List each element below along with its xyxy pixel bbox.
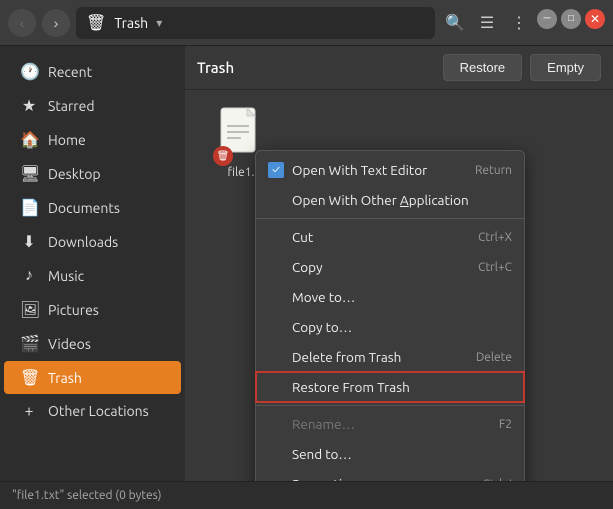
- sidebar-item-home[interactable]: 🏠 Home: [4, 123, 181, 156]
- file-label: file1.: [228, 166, 255, 179]
- ctx-label: Copy to…: [292, 319, 352, 335]
- empty-button[interactable]: Empty: [530, 54, 601, 81]
- sidebar-item-videos[interactable]: 🎬 Videos: [4, 327, 181, 360]
- ctx-label: Cut: [292, 229, 313, 245]
- ctx-label: Copy: [292, 259, 323, 275]
- ctx-cut[interactable]: Cut Ctrl+X: [256, 222, 524, 252]
- sidebar-item-label: Music: [48, 268, 84, 284]
- view-options-button[interactable]: ⋮: [505, 9, 533, 37]
- ctx-label: Rename…: [292, 416, 355, 432]
- pictures-icon: 🖼: [20, 300, 38, 319]
- main-layout: 🕐 Recent ★ Starred 🏠 Home 🖥 Desktop 📄 Do…: [0, 46, 613, 481]
- sidebar-item-downloads[interactable]: ⬇ Downloads: [4, 225, 181, 258]
- ctx-shortcut: Ctrl+X: [478, 231, 512, 244]
- sidebar-item-label: Recent: [48, 64, 92, 80]
- content-area: Trash Restore Empty 🗑 file1.: [185, 46, 613, 481]
- ctx-label: Move to…: [292, 289, 355, 305]
- ctx-delete-trash[interactable]: Delete from Trash Delete: [256, 342, 524, 372]
- ctx-divider-2: [256, 405, 524, 406]
- view-list-icon: ☰: [480, 13, 494, 33]
- sidebar-item-pictures[interactable]: 🖼 Pictures: [4, 293, 181, 326]
- ctx-open-other[interactable]: Open With Other Application: [256, 185, 524, 215]
- sidebar-item-trash[interactable]: 🗑 Trash: [4, 361, 181, 394]
- content-header: Trash Restore Empty: [185, 46, 613, 90]
- close-icon: ✕: [590, 12, 600, 26]
- ctx-label: Open With Text Editor: [292, 162, 427, 178]
- ctx-label: Send to…: [292, 446, 352, 462]
- starred-icon: ★: [20, 96, 38, 115]
- ctx-label: Delete from Trash: [292, 349, 401, 365]
- sidebar-item-label: Pictures: [48, 302, 99, 318]
- music-icon: ♪: [20, 266, 38, 285]
- sidebar-item-documents[interactable]: 📄 Documents: [4, 191, 181, 224]
- sidebar-item-label: Videos: [48, 336, 91, 352]
- status-text: "file1.txt" selected (0 bytes): [12, 489, 161, 502]
- sidebar-item-label: Trash: [48, 370, 82, 386]
- downloads-icon: ⬇: [20, 232, 38, 251]
- documents-icon: 📄: [20, 198, 38, 217]
- view-options-icon: ⋮: [511, 13, 527, 33]
- ctx-open-text-editor[interactable]: ✓ Open With Text Editor Return: [256, 155, 524, 185]
- close-button[interactable]: ✕: [585, 9, 605, 29]
- videos-icon: 🎬: [20, 334, 38, 353]
- maximize-icon: □: [568, 13, 574, 24]
- sidebar-item-starred[interactable]: ★ Starred: [4, 89, 181, 122]
- search-button[interactable]: 🔍: [441, 9, 469, 37]
- other-locations-icon: +: [20, 402, 38, 420]
- minimize-button[interactable]: ─: [537, 9, 557, 29]
- statusbar: "file1.txt" selected (0 bytes): [0, 481, 613, 509]
- sidebar-item-label: Documents: [48, 200, 120, 216]
- ctx-send-to[interactable]: Send to…: [256, 439, 524, 469]
- content-title: Trash: [197, 59, 435, 76]
- sidebar: 🕐 Recent ★ Starred 🏠 Home 🖥 Desktop 📄 Do…: [0, 46, 185, 481]
- ctx-restore-trash[interactable]: Restore From Trash: [256, 372, 524, 402]
- ctx-label: Properties: [292, 476, 355, 481]
- sidebar-item-music[interactable]: ♪ Music: [4, 259, 181, 292]
- ctx-rename[interactable]: Rename… F2: [256, 409, 524, 439]
- back-button[interactable]: ‹: [8, 9, 36, 37]
- ctx-shortcut: Ctrl+C: [478, 261, 512, 274]
- sidebar-item-label: Downloads: [48, 234, 118, 250]
- location-text: Trash: [114, 15, 148, 31]
- sidebar-item-desktop[interactable]: 🖥 Desktop: [4, 157, 181, 190]
- ctx-shortcut: Return: [475, 164, 512, 177]
- desktop-icon: 🖥: [20, 164, 38, 183]
- search-icon: 🔍: [445, 13, 465, 33]
- location-dropdown-icon: ▾: [156, 16, 162, 30]
- ctx-label: Restore From Trash: [292, 379, 410, 395]
- ctx-shortcut: Ctrl+I: [482, 478, 512, 482]
- forward-button[interactable]: ›: [42, 9, 70, 37]
- sidebar-item-label: Starred: [48, 98, 95, 114]
- back-icon: ‹: [20, 15, 25, 31]
- home-icon: 🏠: [20, 130, 38, 149]
- sidebar-item-other-locations[interactable]: + Other Locations: [4, 395, 181, 427]
- titlebar-actions: 🔍 ☰ ⋮ ─ □ ✕: [441, 9, 605, 37]
- view-list-button[interactable]: ☰: [473, 9, 501, 37]
- sidebar-item-label: Other Locations: [48, 403, 149, 419]
- sidebar-item-label: Home: [48, 132, 86, 148]
- ctx-divider-1: [256, 218, 524, 219]
- forward-icon: ›: [54, 15, 59, 31]
- ctx-check-icon: ✓: [268, 162, 284, 178]
- ctx-shortcut: F2: [499, 418, 512, 431]
- sidebar-item-label: Desktop: [48, 166, 101, 182]
- ctx-move-to[interactable]: Move to…: [256, 282, 524, 312]
- location-bar[interactable]: 🗑 Trash ▾: [76, 7, 435, 39]
- file-grid[interactable]: 🗑 file1. ✓ Open With Text Editor Return …: [185, 90, 613, 481]
- ctx-label: Open With Other Application: [292, 192, 469, 208]
- trash-badge: 🗑: [213, 146, 233, 166]
- ctx-shortcut: Delete: [476, 351, 512, 364]
- restore-button[interactable]: Restore: [443, 54, 523, 81]
- ctx-copy[interactable]: Copy Ctrl+C: [256, 252, 524, 282]
- ctx-properties[interactable]: Properties Ctrl+I: [256, 469, 524, 481]
- sidebar-item-recent[interactable]: 🕐 Recent: [4, 55, 181, 88]
- ctx-copy-to[interactable]: Copy to…: [256, 312, 524, 342]
- minimize-icon: ─: [543, 13, 550, 24]
- maximize-button[interactable]: □: [561, 9, 581, 29]
- context-menu: ✓ Open With Text Editor Return Open With…: [255, 150, 525, 481]
- location-icon: 🗑: [86, 13, 106, 32]
- recent-icon: 🕐: [20, 62, 38, 81]
- trash-icon: 🗑: [20, 368, 38, 387]
- titlebar: ‹ › 🗑 Trash ▾ 🔍 ☰ ⋮ ─ □ ✕: [0, 0, 613, 46]
